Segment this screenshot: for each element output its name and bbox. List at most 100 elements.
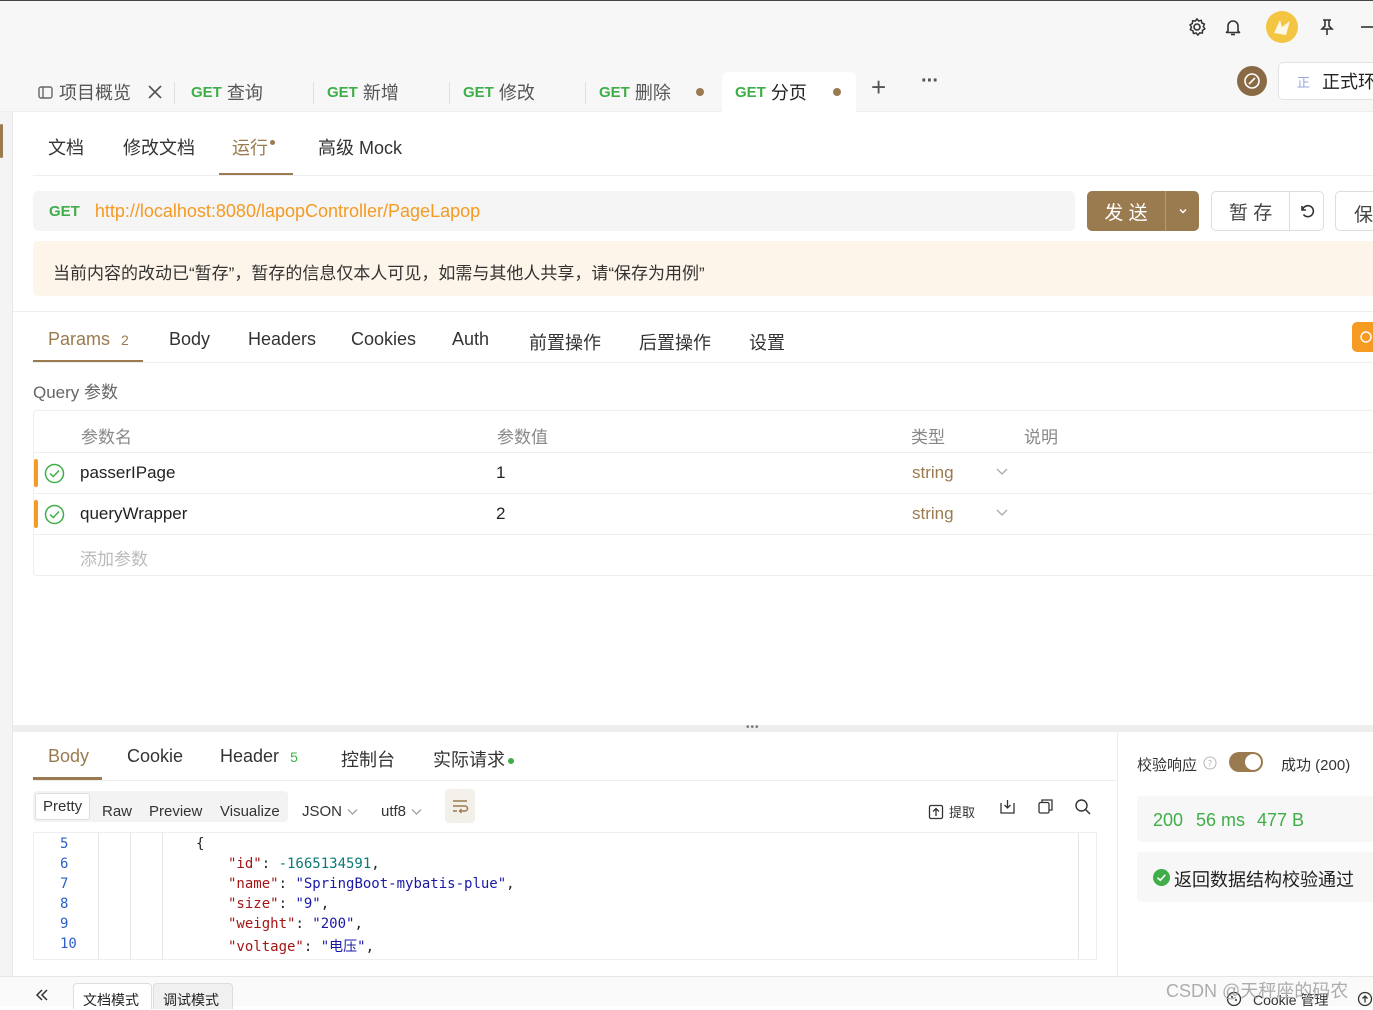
subtab-mock[interactable]: 高级 Mock bbox=[318, 134, 402, 160]
scrollbar-track[interactable] bbox=[1078, 833, 1079, 959]
toggle-knob bbox=[1245, 754, 1261, 770]
search-icon[interactable] bbox=[1074, 798, 1092, 816]
json-key: "id" bbox=[228, 856, 262, 872]
response-tab-console[interactable]: 控制台 bbox=[341, 746, 395, 772]
method-select[interactable]: GET bbox=[49, 203, 80, 220]
watermark: CSDN @天秤座的码农 bbox=[1166, 981, 1349, 1001]
add-tab-button[interactable]: + bbox=[871, 72, 886, 103]
response-tab-cookie[interactable]: Cookie bbox=[127, 746, 183, 767]
settings-icon[interactable] bbox=[1185, 15, 1209, 39]
format-preview[interactable]: Preview bbox=[149, 797, 202, 826]
code-line: "id": -1665134591, bbox=[228, 856, 380, 872]
subtab-edit-doc[interactable]: 修改文档 bbox=[123, 134, 195, 160]
header-count: 5 bbox=[290, 749, 298, 765]
json-select[interactable]: JSON bbox=[302, 797, 358, 826]
url-input[interactable]: http://localhost:8080/lapopController/Pa… bbox=[95, 201, 480, 222]
code-line: "weight": "200", bbox=[228, 916, 363, 932]
param-value[interactable]: 2 bbox=[496, 504, 505, 524]
sidebar-indicator bbox=[0, 124, 3, 158]
response-tab-body[interactable]: Body bbox=[48, 746, 89, 767]
subtab-doc[interactable]: 文档 bbox=[48, 134, 84, 160]
format-visualize[interactable]: Visualize bbox=[220, 797, 280, 826]
tab-pre-actions[interactable]: 前置操作 bbox=[529, 329, 601, 355]
json-select-label: JSON bbox=[302, 803, 343, 820]
tab-delete[interactable]: GET 删除 bbox=[586, 72, 722, 112]
param-type[interactable]: string bbox=[912, 463, 954, 483]
divider bbox=[33, 362, 1373, 363]
send-button[interactable]: 发 送 bbox=[1087, 191, 1199, 231]
json-value: "200" bbox=[312, 916, 355, 932]
tab-project-overview[interactable]: 项目概览 bbox=[30, 72, 175, 112]
tab-body[interactable]: Body bbox=[169, 329, 210, 350]
temp-save-button[interactable]: 保 暂 存 bbox=[1211, 191, 1324, 231]
send-dropdown[interactable] bbox=[1165, 191, 1199, 231]
tab-create[interactable]: GET 新增 bbox=[314, 72, 450, 112]
json-value: "电压" bbox=[320, 939, 366, 955]
header-value: 参数值 bbox=[497, 428, 548, 447]
avatar[interactable] bbox=[1266, 11, 1298, 43]
tab-cookies[interactable]: Cookies bbox=[351, 329, 416, 350]
param-name[interactable]: queryWrapper bbox=[80, 504, 187, 524]
add-param-input[interactable]: 添加参数 bbox=[80, 545, 148, 570]
line-number: 8 bbox=[60, 896, 69, 912]
minimize-icon[interactable] bbox=[1355, 15, 1373, 39]
param-value[interactable]: 1 bbox=[496, 463, 505, 483]
query-params-title: Query 参数 bbox=[33, 383, 119, 402]
method-badge: GET bbox=[463, 83, 494, 101]
param-type[interactable]: string bbox=[912, 504, 954, 524]
environment-select[interactable]: 正 正式环 bbox=[1278, 62, 1373, 100]
chevron-down-icon[interactable] bbox=[996, 508, 1008, 518]
tab-query[interactable]: GET 查询 bbox=[178, 72, 314, 112]
undo-icon bbox=[1298, 202, 1316, 220]
code-line: "size": "9", bbox=[228, 896, 330, 912]
collapse-left-icon[interactable] bbox=[34, 987, 50, 1003]
undo-button[interactable] bbox=[1289, 192, 1323, 230]
refresh-icon[interactable] bbox=[1237, 66, 1267, 96]
tab-post-actions[interactable]: 后置操作 bbox=[639, 329, 711, 355]
row-indicator bbox=[34, 500, 38, 528]
extract-button[interactable]: 提取 bbox=[928, 797, 975, 826]
download-icon[interactable] bbox=[999, 798, 1016, 815]
wrap-lines-icon[interactable] bbox=[445, 789, 475, 823]
param-name[interactable]: passerIPage bbox=[80, 463, 175, 483]
format-pretty[interactable]: Pretty bbox=[35, 793, 91, 820]
format-raw[interactable]: Raw bbox=[102, 797, 132, 826]
arrow-up-circle-icon[interactable] bbox=[1357, 991, 1373, 1007]
temp-save-text: 暂 存 bbox=[1229, 202, 1273, 224]
tab-settings[interactable]: 设置 bbox=[749, 329, 785, 355]
tab-auth[interactable]: Auth bbox=[452, 329, 489, 350]
save-button[interactable]: 保 bbox=[1335, 191, 1373, 231]
side-action-icon[interactable] bbox=[1352, 322, 1373, 352]
validation-toggle[interactable] bbox=[1229, 752, 1263, 772]
chevron-down-icon[interactable] bbox=[996, 467, 1008, 477]
method-badge: GET bbox=[191, 83, 222, 101]
more-tabs-button[interactable]: ··· bbox=[921, 70, 939, 93]
json-key: "size" bbox=[228, 896, 279, 912]
svg-text:?: ? bbox=[1208, 760, 1213, 770]
drag-dots-icon: ••• bbox=[746, 722, 760, 733]
encoding-select[interactable]: utf8 bbox=[381, 797, 422, 826]
pin-icon[interactable] bbox=[1315, 15, 1339, 39]
status-bar: 文档模式 调试模式 Cookie 管理 CSDN @天秤座的码农 bbox=[0, 976, 1373, 1009]
copy-icon[interactable] bbox=[1037, 798, 1054, 815]
doc-mode-button[interactable]: 文档模式 bbox=[73, 983, 152, 1009]
close-icon[interactable] bbox=[147, 84, 163, 100]
validation-result[interactable]: 成功 (200) bbox=[1281, 754, 1350, 775]
enabled-checkbox-icon[interactable] bbox=[44, 463, 65, 484]
enabled-checkbox-icon[interactable] bbox=[44, 504, 65, 525]
response-body-viewer[interactable]: 5 6 7 8 9 10 { "id": -1665134591, "name"… bbox=[33, 832, 1097, 960]
debug-mode-button[interactable]: 调试模式 bbox=[153, 983, 233, 1009]
tab-headers[interactable]: Headers bbox=[248, 329, 316, 350]
subtab-run[interactable]: 运行 bbox=[232, 134, 275, 160]
tab-params[interactable]: Params 2 bbox=[48, 329, 129, 350]
unsaved-dot bbox=[696, 88, 704, 96]
resize-handle[interactable]: ••• bbox=[13, 722, 1373, 733]
help-icon[interactable]: ? bbox=[1203, 756, 1217, 770]
json-key: "weight" bbox=[228, 916, 296, 932]
tab-pagination[interactable]: GET 分页 bbox=[722, 72, 856, 112]
bell-icon[interactable] bbox=[1221, 15, 1245, 39]
response-tab-actual-request[interactable]: 实际请求 bbox=[433, 746, 514, 772]
validation-message-box: 返回数据结构校验通过 bbox=[1137, 852, 1373, 902]
response-tab-header[interactable]: Header 5 bbox=[220, 746, 298, 767]
tab-update[interactable]: GET 修改 bbox=[450, 72, 586, 112]
